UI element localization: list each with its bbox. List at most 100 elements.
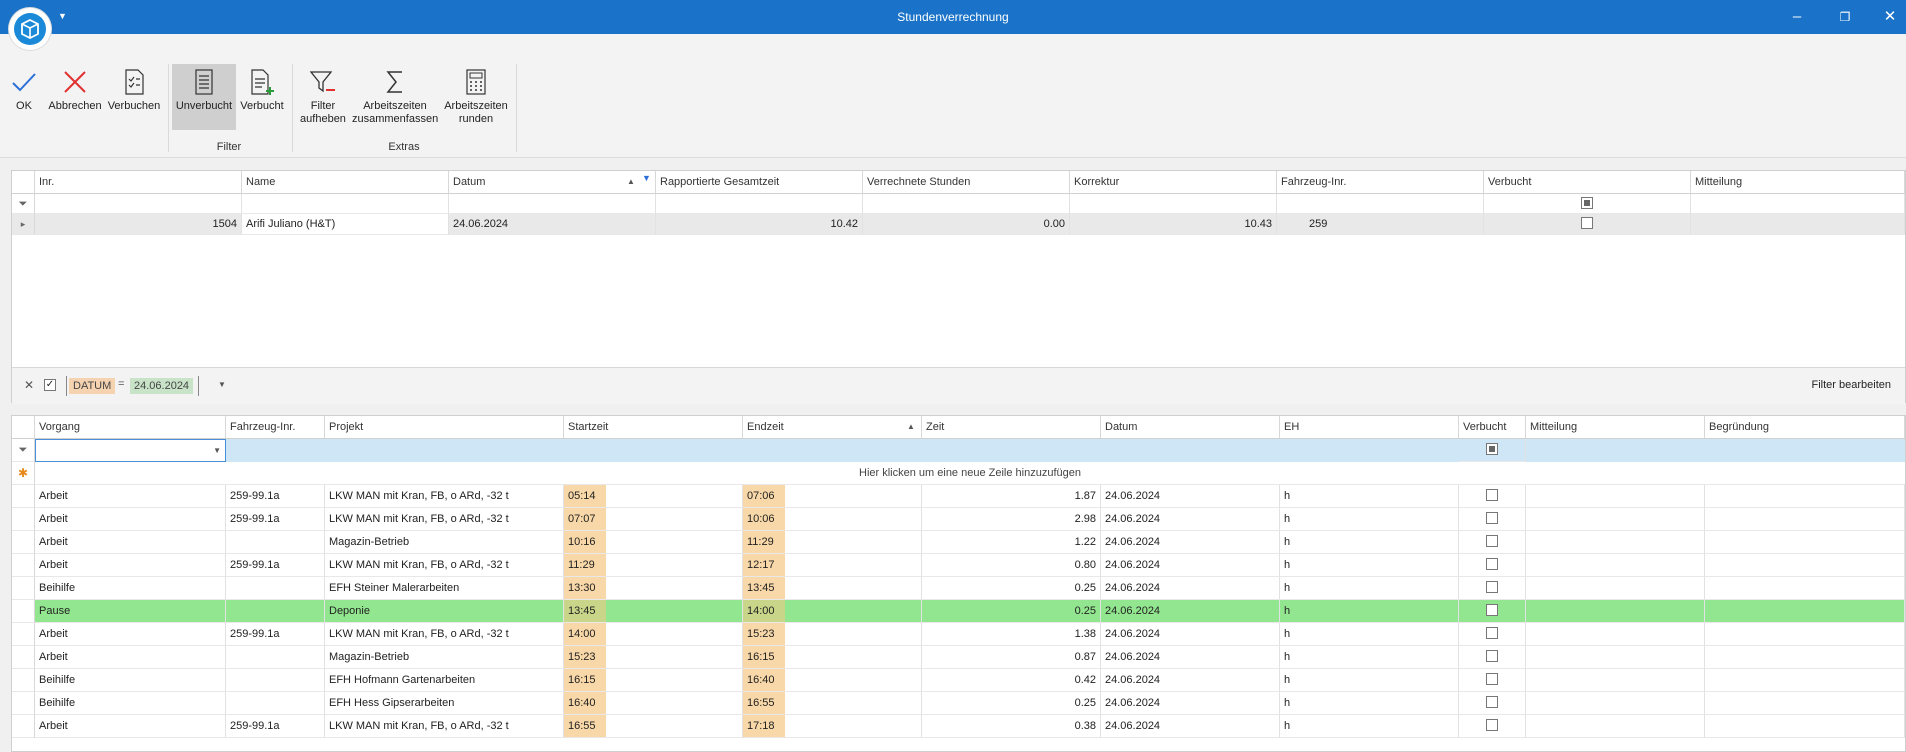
projekt-cell[interactable]: EFH Steiner Malerarbeiten: [325, 577, 564, 600]
datum-cell[interactable]: 24.06.2024: [1101, 577, 1280, 600]
col-header-begruendung[interactable]: Begründung: [1705, 416, 1905, 439]
zeit-cell[interactable]: 0.42: [922, 669, 1101, 692]
table-row[interactable]: Arbeit 259-99.1a LKW MAN mit Kran, FB, o A…: [12, 554, 1905, 577]
begruendung-cell[interactable]: [1705, 600, 1905, 623]
zeit-cell[interactable]: 0.25: [922, 692, 1101, 715]
end-cell[interactable]: 15:23: [743, 623, 922, 646]
quick-access-dropdown-icon[interactable]: ▼: [58, 11, 67, 21]
projekt-cell[interactable]: EFH Hess Gipserarbeiten: [325, 692, 564, 715]
end-cell[interactable]: 16:40: [743, 669, 922, 692]
verbucht-button[interactable]: Verbucht: [238, 64, 286, 113]
verbucht-checkbox[interactable]: [1486, 650, 1498, 663]
col-header-mitteilung[interactable]: Mitteilung: [1691, 171, 1905, 194]
unverbucht-button[interactable]: Unverbucht: [172, 64, 236, 130]
col-header-endzeit[interactable]: Endzeit ▲: [743, 416, 922, 439]
bottom-grid-filter-row[interactable]: ⏷ ▼: [12, 439, 1905, 462]
begruendung-cell[interactable]: [1705, 554, 1905, 577]
fahrzeug-cell[interactable]: 259-99.1a: [226, 623, 325, 646]
verbucht-checkbox[interactable]: [1486, 581, 1498, 594]
filter-field-tag[interactable]: DATUM: [69, 378, 116, 394]
zeit-cell[interactable]: 1.22: [922, 531, 1101, 554]
projekt-cell[interactable]: EFH Hofmann Gartenarbeiten: [325, 669, 564, 692]
vorgang-cell[interactable]: Arbeit: [35, 485, 226, 508]
eh-cell[interactable]: h: [1280, 485, 1459, 508]
mitteilung-cell[interactable]: [1526, 715, 1705, 738]
start-cell[interactable]: 13:30: [564, 577, 743, 600]
projekt-cell[interactable]: Magazin-Betrieb: [325, 531, 564, 554]
begruendung-cell[interactable]: [1705, 508, 1905, 531]
top-grid-filter-row[interactable]: ⏷: [12, 194, 1905, 214]
verbucht-checkbox[interactable]: [1486, 535, 1498, 548]
zeit-cell[interactable]: 0.80: [922, 554, 1101, 577]
verbucht-checkbox[interactable]: [1486, 604, 1498, 617]
restore-button[interactable]: ❐: [1835, 8, 1855, 26]
column-filter-icon[interactable]: ▼: [642, 171, 651, 189]
end-cell[interactable]: 10:06: [743, 508, 922, 531]
end-cell[interactable]: 12:17: [743, 554, 922, 577]
start-cell[interactable]: 05:14: [564, 485, 743, 508]
end-cell[interactable]: 16:55: [743, 692, 922, 715]
end-cell[interactable]: 16:15: [743, 646, 922, 669]
begruendung-cell[interactable]: [1705, 577, 1905, 600]
fahrzeug-cell[interactable]: [226, 531, 325, 554]
table-row[interactable]: Beihilfe EFH Hofmann Gartenarbeiten 16:15 1…: [12, 669, 1905, 692]
zeit-cell[interactable]: 0.25: [922, 600, 1101, 623]
col-header-inr[interactable]: Inr.: [35, 171, 242, 194]
chevron-down-icon[interactable]: ▼: [213, 440, 221, 461]
start-cell[interactable]: 13:45: [564, 600, 743, 623]
zeit-cell[interactable]: 2.98: [922, 508, 1101, 531]
start-cell[interactable]: 10:16: [564, 531, 743, 554]
projekt-cell[interactable]: LKW MAN mit Kran, FB, o ARd, -32 t: [325, 623, 564, 646]
fahrzeug-cell[interactable]: [226, 669, 325, 692]
arbeitszeiten-zusammenfassen-button[interactable]: Arbeitszeiten zusammenfassen: [352, 64, 438, 126]
col-header-name[interactable]: Name: [242, 171, 449, 194]
verbucht-checkbox[interactable]: [1486, 627, 1498, 640]
verbucht-checkbox[interactable]: [1486, 673, 1498, 686]
verbucht-checkbox[interactable]: [1486, 558, 1498, 571]
fahrzeug-cell[interactable]: 259-99.1a: [226, 554, 325, 577]
datum-cell[interactable]: 24.06.2024: [1101, 623, 1280, 646]
datum-cell[interactable]: 24.06.2024: [1101, 485, 1280, 508]
begruendung-cell[interactable]: [1705, 646, 1905, 669]
new-row[interactable]: ✱ Hier klicken um eine neue Zeile hinzuz…: [12, 462, 1905, 485]
verbuchen-button[interactable]: Verbuchen: [106, 64, 162, 113]
verbucht-checkbox[interactable]: [1486, 489, 1498, 502]
col-header-datum[interactable]: Datum ▲ ▼: [449, 171, 656, 194]
eh-cell[interactable]: h: [1280, 623, 1459, 646]
filter-aufheben-button[interactable]: Filter aufheben: [298, 64, 348, 126]
eh-cell[interactable]: h: [1280, 669, 1459, 692]
start-cell[interactable]: 14:00: [564, 623, 743, 646]
table-row[interactable]: ▸ 1504 Arifi Juliano (H&T) 24.06.2024 10…: [12, 214, 1905, 235]
mitteilung-cell[interactable]: [1526, 577, 1705, 600]
verbucht-checkbox[interactable]: [1486, 512, 1498, 525]
zeit-cell[interactable]: 1.38: [922, 623, 1101, 646]
clear-filter-icon[interactable]: ✕: [24, 378, 34, 392]
start-cell[interactable]: 07:07: [564, 508, 743, 531]
fahrzeug-cell[interactable]: [226, 577, 325, 600]
eh-cell[interactable]: h: [1280, 577, 1459, 600]
mitteilung-cell[interactable]: [1526, 646, 1705, 669]
table-row[interactable]: Arbeit Magazin-Betrieb 10:16 11:29 1.22 24.06…: [12, 531, 1905, 554]
vorgang-cell[interactable]: Arbeit: [35, 531, 226, 554]
datum-cell[interactable]: 24.06.2024: [1101, 715, 1280, 738]
table-row[interactable]: Arbeit 259-99.1a LKW MAN mit Kran, FB, o A…: [12, 508, 1905, 531]
begruendung-cell[interactable]: [1705, 485, 1905, 508]
minimize-button[interactable]: –: [1787, 8, 1807, 26]
eh-cell[interactable]: h: [1280, 554, 1459, 577]
table-row[interactable]: Arbeit 259-99.1a LKW MAN mit Kran, FB, o A…: [12, 623, 1905, 646]
projekt-cell[interactable]: LKW MAN mit Kran, FB, o ARd, -32 t: [325, 508, 564, 531]
vorgang-cell[interactable]: Arbeit: [35, 715, 226, 738]
projekt-cell[interactable]: LKW MAN mit Kran, FB, o ARd, -32 t: [325, 715, 564, 738]
verbucht-checkbox[interactable]: [1486, 719, 1498, 732]
projekt-cell[interactable]: LKW MAN mit Kran, FB, o ARd, -32 t: [325, 485, 564, 508]
zeit-cell[interactable]: 0.38: [922, 715, 1101, 738]
col-header-eh[interactable]: EH: [1280, 416, 1459, 439]
eh-cell[interactable]: h: [1280, 646, 1459, 669]
begruendung-cell[interactable]: [1705, 669, 1905, 692]
projekt-cell[interactable]: Magazin-Betrieb: [325, 646, 564, 669]
end-cell[interactable]: 17:18: [743, 715, 922, 738]
eh-cell[interactable]: h: [1280, 600, 1459, 623]
col-header-vorgang[interactable]: Vorgang: [35, 416, 226, 439]
end-cell[interactable]: 11:29: [743, 531, 922, 554]
filter-history-dropdown-icon[interactable]: ▼: [218, 380, 226, 389]
